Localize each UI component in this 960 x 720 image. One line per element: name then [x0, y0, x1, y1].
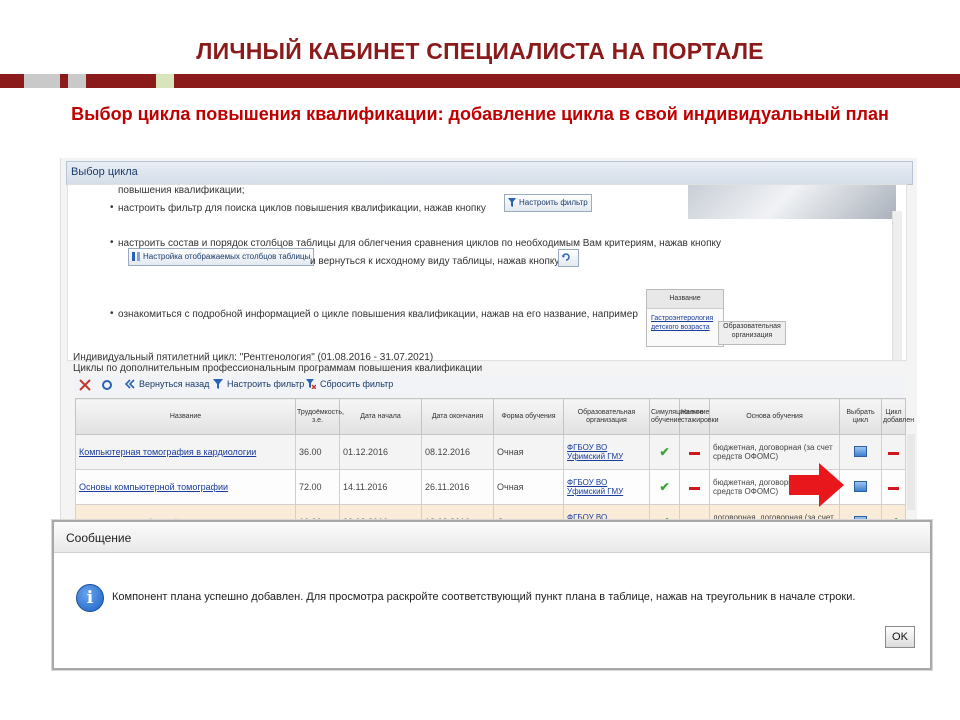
example-link[interactable]: Гастроэнтерология детского возраста	[651, 314, 721, 332]
instr-line-2: настроить фильтр для поиска циклов повыш…	[118, 203, 486, 214]
instr-line-1: повышения квалификации;	[118, 185, 245, 196]
col-header[interactable]: Название	[75, 398, 296, 435]
reset-filter-button[interactable]: Сбросить фильтр	[306, 379, 393, 389]
back-button-label: Вернуться назад	[139, 379, 210, 389]
col-header[interactable]: Цикл добавлен	[881, 398, 914, 435]
gear-icon	[102, 380, 112, 390]
select-cycle-icon[interactable]	[854, 480, 867, 492]
tools-button[interactable]	[79, 379, 91, 393]
internship-cell	[679, 469, 710, 505]
end-date-cell: 26.11.2016	[421, 469, 494, 505]
back-button[interactable]: Вернуться назад	[125, 379, 209, 389]
col-header[interactable]: Дата начала	[339, 398, 422, 435]
filter-icon	[508, 198, 516, 207]
panel-header: Выбор цикла	[66, 161, 913, 185]
org-cell: ФГБОУ ВО Уфимский ГМУ	[563, 469, 650, 505]
filter-button[interactable]: Настроить фильтр	[213, 379, 304, 389]
start-date-cell: 14.11.2016	[339, 469, 422, 505]
col-header[interactable]: Симуляционное обучение	[649, 398, 703, 435]
table-scrollbar[interactable]	[907, 434, 915, 510]
cycle-info-line-1: Индивидуальный пятилетний цикл: "Рентген…	[73, 352, 434, 363]
cycles-table: Название Трудоёмкость, з.е. Дата начала …	[75, 398, 914, 540]
org-cell: ФГБОУ ВО Уфимский ГМУ	[563, 434, 650, 470]
cycle-name-cell: Основы компьютерной томографии	[75, 469, 296, 505]
columns-icon	[132, 252, 140, 261]
filter-button-example-label: Настроить фильтр	[519, 198, 588, 207]
select-cycle-icon[interactable]	[854, 445, 867, 457]
dialog-titlebar: Сообщение	[54, 522, 930, 553]
simulation-cell: ✔	[649, 434, 680, 470]
filter-icon	[213, 379, 223, 389]
cycle-name-link[interactable]: Основы компьютерной томографии	[79, 482, 228, 492]
simulation-cell: ✔	[649, 469, 680, 505]
col-header[interactable]: Форма обучения	[493, 398, 564, 435]
minus-icon	[689, 452, 700, 455]
minus-icon	[689, 487, 700, 490]
clear-filter-icon	[306, 379, 316, 389]
settings-button[interactable]	[101, 379, 113, 393]
col-header[interactable]: Образовательная организация	[563, 398, 650, 435]
table-header-row: Название Трудоёмкость, з.е. Дата начала …	[75, 398, 914, 435]
table-row: Основы компьютерной томографии 72.00 14.…	[75, 469, 906, 505]
added-cell	[881, 469, 906, 505]
end-date-cell: 08.12.2016	[421, 434, 494, 470]
columns-button-example[interactable]: Настройка отображаемых столбцов таблицы	[128, 248, 315, 266]
cycle-info: Индивидуальный пятилетний цикл: "Рентген…	[73, 352, 482, 374]
hours-cell: 36.00	[295, 434, 340, 470]
instructions-block: повышения квалификации; • настроить филь…	[67, 184, 907, 361]
dialog-message: Компонент плана успешно добавлен. Для пр…	[112, 591, 856, 603]
select-cell	[839, 434, 882, 470]
back-arrows-icon	[125, 379, 135, 389]
instr-line-4: и вернуться к исходному виду таблицы, на…	[310, 256, 560, 267]
undo-icon	[562, 253, 570, 261]
dialog-title: Сообщение	[66, 531, 132, 545]
added-cell	[881, 434, 906, 470]
example-table-snippet: Название Гастроэнтерология детского возр…	[646, 289, 724, 347]
instructions-scrollbar[interactable]	[892, 211, 902, 360]
cycle-name-cell: Компьютерная томография в кардиологии	[75, 434, 296, 470]
cycle-info-line-2: Циклы по дополнительным профессиональным…	[73, 363, 483, 374]
example-org-header: Образовательная организация	[718, 321, 786, 345]
form-cell: Очная	[493, 469, 564, 505]
ok-button[interactable]: OK	[885, 626, 915, 648]
org-link[interactable]: ФГБОУ ВО Уфимский ГМУ	[567, 478, 623, 496]
bullet-icon: •	[110, 308, 114, 319]
reset-columns-button-example[interactable]	[558, 249, 579, 267]
form-cell: Очная	[493, 434, 564, 470]
bullet-icon: •	[110, 237, 114, 248]
check-icon: ✔	[659, 445, 670, 459]
col-header[interactable]: Дата окончания	[421, 398, 494, 435]
decorative-photo	[688, 185, 896, 219]
hours-cell: 72.00	[295, 469, 340, 505]
internship-cell	[679, 434, 710, 470]
tools-icon	[79, 379, 91, 391]
reset-filter-button-label: Сбросить фильтр	[320, 379, 394, 389]
col-header[interactable]: Основа обучения	[709, 398, 840, 435]
slide-subtitle: Выбор цикла повышения квалификации: доба…	[71, 104, 889, 124]
start-date-cell: 01.12.2016	[339, 434, 422, 470]
table-row: Компьютерная томография в кардиологии 36…	[75, 434, 906, 470]
filter-button-label: Настроить фильтр	[227, 379, 305, 389]
org-link[interactable]: ФГБОУ ВО Уфимский ГМУ	[567, 443, 623, 461]
panel-header-title: Выбор цикла	[71, 166, 138, 178]
instr-line-5: ознакомиться с подробной информацией о ц…	[118, 309, 638, 320]
example-header: Название	[647, 290, 723, 309]
info-icon: i	[76, 584, 104, 612]
minus-icon	[888, 487, 899, 490]
col-header[interactable]: Выбрать цикл	[839, 398, 882, 435]
filter-button-example[interactable]: Настроить фильтр	[504, 194, 592, 212]
columns-button-example-label: Настройка отображаемых столбцов таблицы	[143, 252, 311, 261]
decorative-stripe	[0, 74, 960, 88]
col-header[interactable]: Трудоёмкость, з.е.	[295, 398, 344, 435]
table-toolbar: Вернуться назад Настроить фильтр Сбросит…	[73, 375, 903, 397]
select-cell	[839, 469, 882, 505]
check-icon: ✔	[659, 480, 670, 494]
minus-icon	[888, 452, 899, 455]
red-arrow-icon	[789, 463, 844, 507]
message-dialog: Сообщение i Компонент плана успешно доба…	[52, 520, 932, 670]
col-header[interactable]: Наличие стажировки	[679, 398, 719, 435]
cycle-name-link[interactable]: Компьютерная томография в кардиологии	[79, 447, 256, 457]
slide-title: ЛИЧНЫЙ КАБИНЕТ СПЕЦИАЛИСТА НА ПОРТАЛЕ	[196, 38, 764, 64]
bullet-icon: •	[110, 202, 114, 213]
